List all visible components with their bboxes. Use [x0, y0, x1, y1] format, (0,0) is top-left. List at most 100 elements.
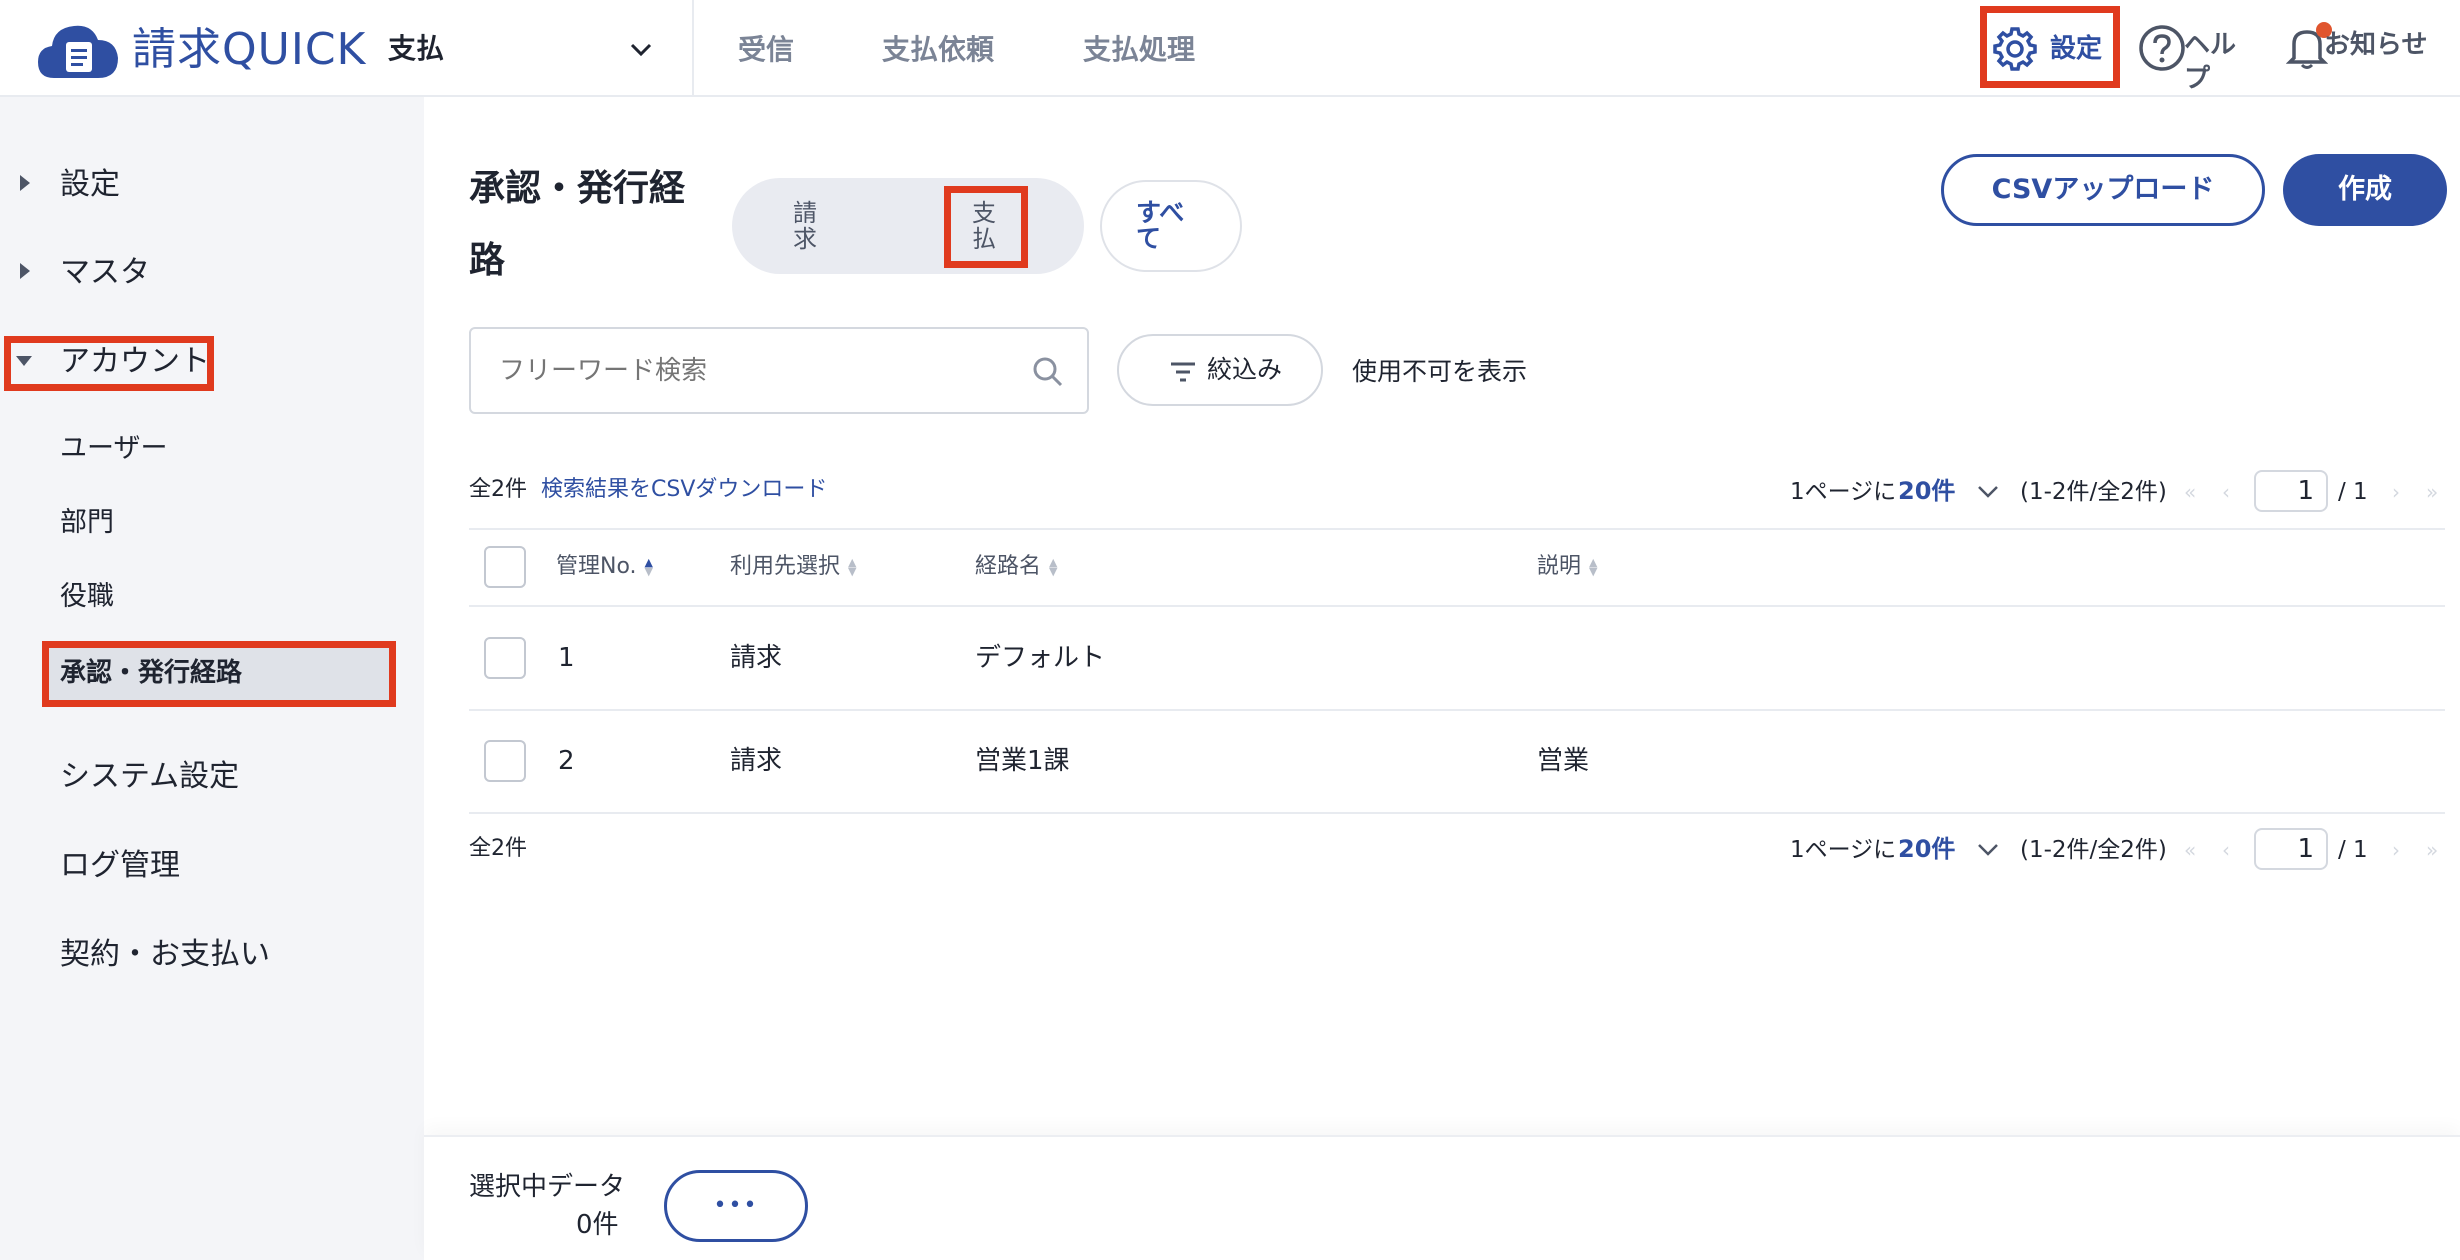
csv-upload-label: CSVアップロード	[1991, 174, 2215, 205]
csv-upload-button[interactable]: CSVアップロード	[1941, 154, 2265, 226]
sort-icon: ▲ ▼	[848, 556, 857, 578]
per-page-prefix: 1ページに	[1790, 479, 1897, 505]
show-disabled-toggle[interactable]: 使用不可を表示	[1352, 354, 1527, 390]
notifications-button[interactable]: お知らせ	[2286, 20, 2436, 74]
selected-data-count: 0件	[576, 1210, 619, 1240]
chevron-down-icon[interactable]	[1976, 484, 2000, 500]
page-title-line1: 承認・発行経	[469, 168, 686, 209]
row-checkbox[interactable]	[484, 637, 526, 679]
module-selector-value: 支払	[388, 32, 445, 65]
logo[interactable]: 請求QUICK	[36, 18, 365, 82]
row-divider	[469, 812, 2445, 814]
table-top-border	[469, 528, 2445, 530]
row-description: 営業	[1537, 746, 1590, 776]
notifications-label: お知らせ	[2324, 30, 2428, 60]
sidebar-item-master[interactable]: マスタ	[0, 251, 424, 299]
col-header-usage[interactable]: 利用先選択 ▲ ▼	[730, 552, 856, 582]
col-header-description-label: 説明	[1537, 554, 1582, 579]
sidebar-item-settings[interactable]: 設定	[0, 163, 424, 211]
row-checkbox[interactable]	[484, 740, 526, 782]
approval-route-highlight	[42, 641, 396, 707]
account-highlight	[4, 336, 214, 391]
pagination-top: 1ページに 20件 (1-2件/全2件) « ‹ 1 / 1 › »	[1790, 470, 2450, 514]
filter-label: 絞込み	[1207, 355, 1283, 384]
per-page-select[interactable]: 20件	[1898, 833, 1955, 865]
filter-button[interactable]: 絞込み	[1117, 334, 1323, 406]
nav-payment-process[interactable]: 支払処理	[1083, 30, 1195, 70]
first-page-icon[interactable]: «	[2184, 834, 2196, 866]
nav-receive[interactable]: 受信	[738, 30, 794, 70]
total-pages: / 1	[2338, 479, 2368, 505]
search-input[interactable]	[499, 349, 999, 393]
select-all-checkbox[interactable]	[484, 546, 526, 588]
col-header-route-name[interactable]: 経路名 ▲ ▼	[975, 552, 1057, 582]
csv-download-link[interactable]: 検索結果をCSVダウンロード	[541, 474, 827, 506]
sort-icon: ▲ ▼	[644, 556, 653, 578]
segment-invoice[interactable]: 請求	[790, 200, 820, 252]
sidebar-item-system-settings[interactable]: システム設定	[60, 757, 239, 797]
sort-icon: ▲ ▼	[1589, 556, 1598, 578]
col-header-no-label: 管理No.	[556, 554, 637, 579]
top-header: 請求QUICK 支払 受信 支払依頼 支払処理 設定 ヘルプ お知らせ	[0, 0, 2460, 97]
usage-segmented-control: 請求 支払	[732, 178, 1084, 274]
segment-all-label: すべ て	[1136, 198, 1185, 253]
sidebar-subitem-users[interactable]: ユーザー	[60, 431, 167, 467]
prev-page-icon[interactable]: ‹	[2222, 476, 2230, 508]
pagination-bottom: 1ページに 20件 (1-2件/全2件) « ‹ 1 / 1 › »	[1790, 828, 2450, 872]
more-actions-button[interactable]: •••	[664, 1170, 808, 1242]
row-route-name: 営業1課	[975, 746, 1070, 776]
selected-data-label: 選択中データ	[469, 1172, 626, 1202]
row-no: 2	[558, 746, 575, 776]
row-no: 1	[558, 643, 575, 673]
sidebar-item-contract[interactable]: 契約・お支払い	[60, 935, 270, 975]
first-page-icon[interactable]: «	[2184, 476, 2196, 508]
sidebar-item-settings-label: 設定	[60, 167, 120, 202]
next-page-icon[interactable]: ›	[2392, 834, 2400, 866]
per-page-prefix: 1ページに	[1790, 837, 1897, 863]
search-icon	[1033, 357, 1063, 387]
col-header-usage-label: 利用先選択	[730, 554, 841, 579]
caret-right-icon	[20, 175, 30, 191]
row-usage: 請求	[730, 643, 783, 673]
search-box[interactable]	[469, 327, 1089, 414]
sidebar-item-master-label: マスタ	[60, 255, 150, 290]
per-page-select[interactable]: 20件	[1898, 475, 1955, 507]
pagination-range: (1-2件/全2件)	[2020, 479, 2167, 505]
result-count: 全2件	[469, 477, 527, 502]
col-header-route-name-label: 経路名	[975, 554, 1042, 579]
chevron-down-icon	[630, 43, 652, 57]
module-selector[interactable]: 支払	[388, 26, 656, 72]
result-count-bottom: 全2件	[469, 836, 527, 861]
page-title-line2: 路	[469, 240, 506, 281]
create-label: 作成	[2338, 174, 2392, 205]
help-label: ヘルプ	[2184, 30, 2237, 94]
caret-right-icon	[20, 263, 30, 279]
create-button[interactable]: 作成	[2283, 154, 2447, 226]
row-route-name: デフォルト	[975, 643, 1106, 673]
col-header-no[interactable]: 管理No. ▲ ▼	[556, 552, 653, 582]
page-number-input[interactable]: 1	[2254, 828, 2328, 870]
last-page-icon[interactable]: »	[2426, 476, 2438, 508]
sidebar: 設定 マスタ アカウント ユーザー 部門 役職 承認・発行経路 システム設定 ロ…	[0, 97, 424, 1260]
chevron-down-icon[interactable]	[1976, 842, 2000, 858]
sidebar-subitem-departments[interactable]: 部門	[60, 505, 114, 541]
settings-highlight	[1980, 6, 2120, 88]
last-page-icon[interactable]: »	[2426, 834, 2438, 866]
segment-all[interactable]: すべ て	[1100, 180, 1242, 272]
total-pages: / 1	[2338, 837, 2368, 863]
help-button[interactable]: ヘルプ	[2138, 22, 2260, 94]
sort-icon: ▲ ▼	[1049, 556, 1058, 578]
sidebar-item-log-management[interactable]: ログ管理	[60, 846, 180, 886]
help-icon	[2139, 25, 2185, 71]
row-usage: 請求	[730, 746, 783, 776]
prev-page-icon[interactable]: ‹	[2222, 834, 2230, 866]
pagination-range: (1-2件/全2件)	[2020, 837, 2167, 863]
col-header-description[interactable]: 説明 ▲ ▼	[1537, 552, 1597, 582]
more-icon: •••	[713, 1193, 759, 1218]
next-page-icon[interactable]: ›	[2392, 476, 2400, 508]
segment-payment-highlight	[944, 186, 1028, 268]
page-number-input[interactable]: 1	[2254, 470, 2328, 512]
nav-payment-request[interactable]: 支払依頼	[882, 30, 994, 70]
logo-text: 請求QUICK	[132, 24, 367, 75]
sidebar-subitem-positions[interactable]: 役職	[60, 579, 114, 615]
